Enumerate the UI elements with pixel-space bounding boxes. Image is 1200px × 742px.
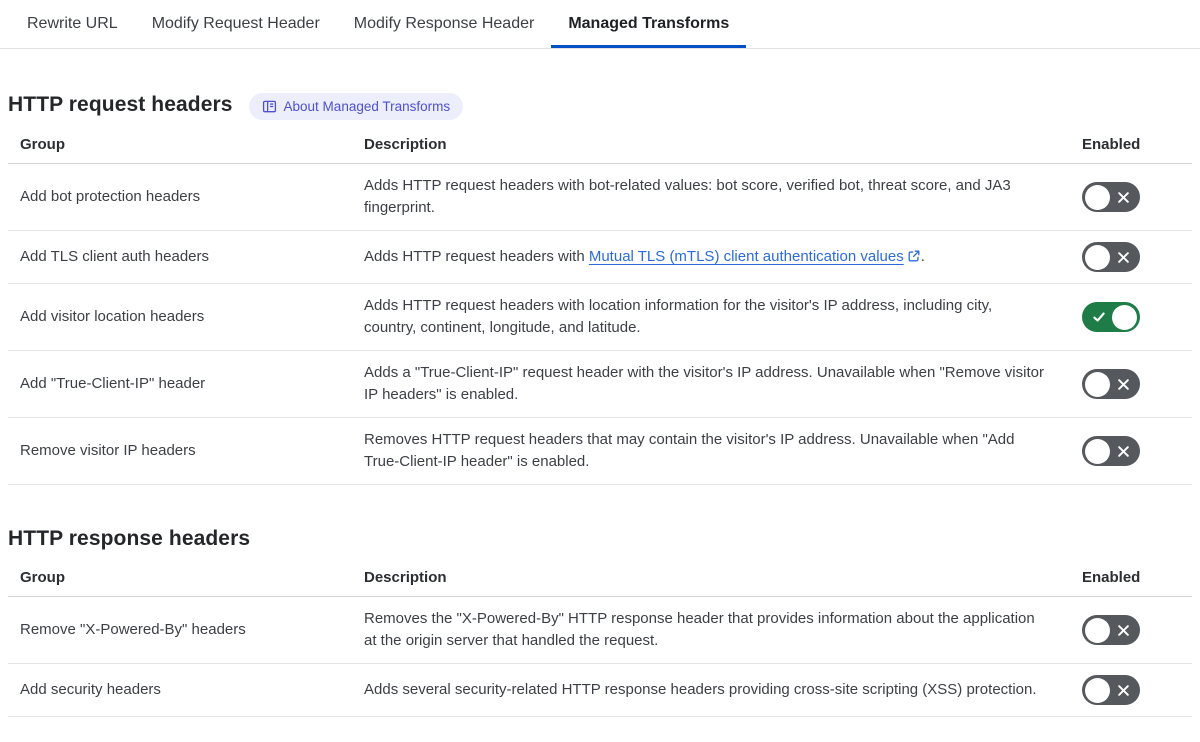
row-description: Removes the "X-Powered-By" HTTP response… xyxy=(364,610,1035,649)
tab-managed-transforms[interactable]: Managed Transforms xyxy=(551,0,746,48)
toggle-knob xyxy=(1085,371,1110,397)
toggle-knob xyxy=(1085,184,1110,210)
row-group-label: Remove visitor IP headers xyxy=(20,442,196,459)
tab-modify-request-header[interactable]: Modify Request Header xyxy=(135,0,337,48)
table-header-row: Group Description Enabled xyxy=(8,563,1192,597)
enabled-toggle[interactable] xyxy=(1082,369,1140,399)
x-icon xyxy=(1110,684,1137,697)
row-group-label: Add bot protection headers xyxy=(20,188,201,205)
description-text: . xyxy=(920,248,925,265)
response-section-header: HTTP response headers xyxy=(8,527,1192,551)
row-description: Adds a "True-Client-IP" request header w… xyxy=(364,364,1044,403)
table-header-row: Group Description Enabled xyxy=(8,130,1192,164)
description-text: Adds HTTP request headers with xyxy=(364,248,589,265)
enabled-toggle[interactable] xyxy=(1082,675,1140,705)
toggle-knob xyxy=(1085,677,1110,703)
toggle-knob xyxy=(1085,617,1110,643)
table-row: Add bot protection headers Adds HTTP requ… xyxy=(8,164,1192,231)
row-description: Adds HTTP request headers with location … xyxy=(364,297,993,336)
table-row: Remove visitor IP headers Removes HTTP re… xyxy=(8,418,1192,485)
column-header-enabled: Enabled xyxy=(1082,136,1141,153)
external-link-icon xyxy=(908,250,920,262)
row-group-label: Add TLS client auth headers xyxy=(20,248,210,265)
row-group-label: Add security headers xyxy=(20,681,161,698)
enabled-toggle[interactable] xyxy=(1082,242,1140,272)
x-icon xyxy=(1110,624,1137,637)
badge-label: About Managed Transforms xyxy=(283,99,451,114)
x-icon xyxy=(1110,445,1137,458)
enabled-toggle[interactable] xyxy=(1082,182,1140,212)
table-row: Add TLS client auth headers Adds HTTP req… xyxy=(8,231,1192,284)
check-icon xyxy=(1085,310,1112,324)
request-section-title: HTTP request headers xyxy=(8,92,233,116)
column-header-description: Description xyxy=(364,136,447,153)
enabled-toggle[interactable] xyxy=(1082,436,1140,466)
toggle-knob xyxy=(1085,244,1110,270)
row-description: Adds HTTP request headers with bot-relat… xyxy=(364,177,1011,216)
row-description: Adds several security-related HTTP respo… xyxy=(364,681,1037,698)
column-header-description: Description xyxy=(364,569,447,586)
x-icon xyxy=(1110,251,1137,264)
request-section-header: HTTP request headers About Managed Trans… xyxy=(8,91,1192,120)
x-icon xyxy=(1110,378,1137,391)
table-row: Add visitor location headers Adds HTTP re… xyxy=(8,284,1192,351)
mtls-docs-link[interactable]: Mutual TLS (mTLS) client authentication … xyxy=(589,248,904,265)
tab-modify-response-header[interactable]: Modify Response Header xyxy=(337,0,552,48)
column-header-group: Group xyxy=(20,136,65,153)
response-section-title: HTTP response headers xyxy=(8,527,251,550)
tab-rewrite-url[interactable]: Rewrite URL xyxy=(10,0,135,48)
x-icon xyxy=(1110,191,1137,204)
column-header-enabled: Enabled xyxy=(1082,569,1141,586)
table-row: Add "True-Client-IP" header Adds a "True-… xyxy=(8,351,1192,418)
request-headers-table: Group Description Enabled Add bot protec… xyxy=(8,130,1192,485)
table-row: Add security headers Adds several securit… xyxy=(8,664,1192,717)
book-icon xyxy=(262,99,277,114)
about-managed-transforms-link[interactable]: About Managed Transforms xyxy=(248,93,464,120)
response-headers-table: Group Description Enabled Remove "X-Powe… xyxy=(8,563,1192,717)
row-description: Removes HTTP request headers that may co… xyxy=(364,431,1015,470)
column-header-group: Group xyxy=(20,569,65,586)
enabled-toggle[interactable] xyxy=(1082,615,1140,645)
row-group-label: Remove "X-Powered-By" headers xyxy=(20,621,246,638)
row-description: Adds HTTP request headers with Mutual TL… xyxy=(364,246,1082,268)
row-group-label: Add "True-Client-IP" header xyxy=(20,375,206,392)
table-row: Remove "X-Powered-By" headers Removes the… xyxy=(8,597,1192,664)
row-group-label: Add visitor location headers xyxy=(20,308,205,325)
managed-transforms-content: HTTP request headers About Managed Trans… xyxy=(0,91,1200,717)
toggle-knob xyxy=(1112,304,1137,330)
toggle-knob xyxy=(1085,438,1110,464)
response-table-body: Remove "X-Powered-By" headers Removes the… xyxy=(8,597,1192,717)
enabled-toggle[interactable] xyxy=(1082,302,1140,332)
request-table-body: Add bot protection headers Adds HTTP requ… xyxy=(8,164,1192,485)
tab-bar: Rewrite URL Modify Request Header Modify R… xyxy=(0,0,1200,49)
